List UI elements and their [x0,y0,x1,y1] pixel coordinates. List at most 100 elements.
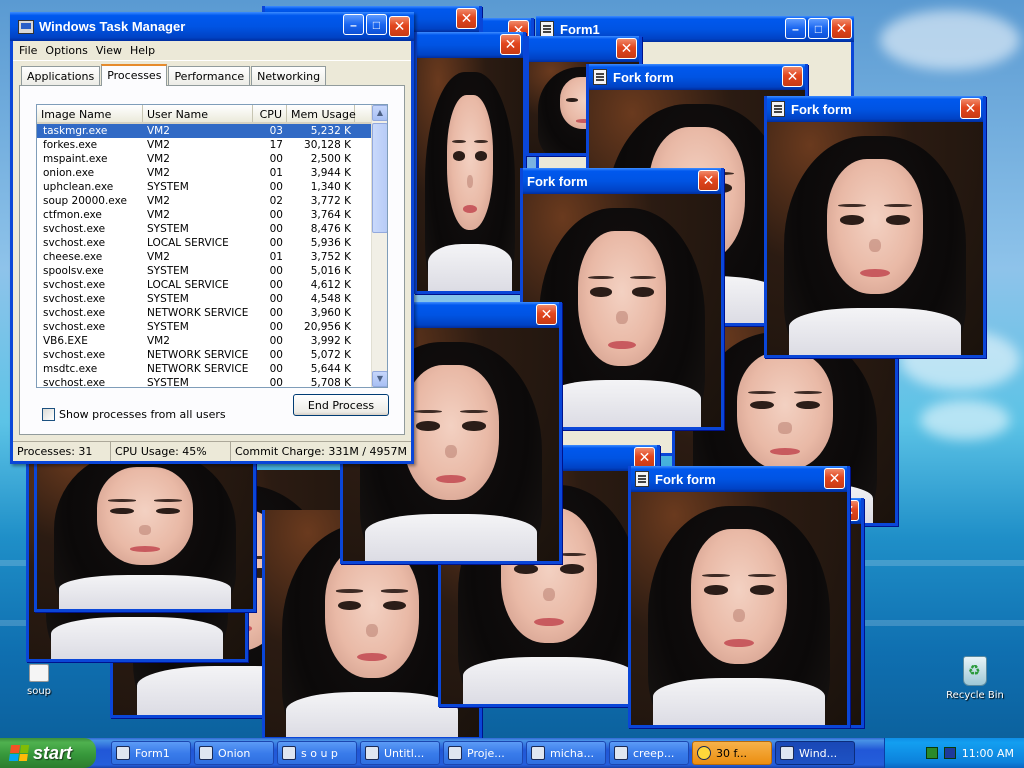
end-process-button[interactable]: End Process [293,394,389,416]
table-row[interactable]: svchost.exe SYSTEM 00 8,476 K [37,222,387,236]
fork-form-window[interactable] [34,440,256,612]
table-row[interactable]: uphclean.exe SYSTEM 00 1,340 K [37,180,387,194]
table-row[interactable]: onion.exe VM2 01 3,944 K [37,166,387,180]
close-button[interactable]: ✕ [782,66,803,87]
maximize-button[interactable]: □ [808,18,829,39]
window-title: Windows Task Manager [39,19,186,34]
fork-form-window[interactable]: Fork form ✕ [628,466,850,728]
desktop-icon-recycle-bin[interactable]: Recycle Bin [942,656,1008,701]
menu-file[interactable]: File [17,44,43,57]
cell-mem-usage: 5,644 K [310,363,351,375]
minimize-button[interactable]: – [343,14,364,35]
close-button[interactable]: ✕ [616,38,637,59]
column-cpu[interactable]: CPU [253,105,287,122]
taskbar-button-creep[interactable]: creep... [609,741,689,765]
fork-form-titlebar[interactable]: Fork form ✕ [523,168,721,194]
desktop-icon-soup[interactable]: soup [22,664,56,697]
taskbar-button-label: Untitl... [384,746,425,760]
close-button[interactable]: ✕ [831,18,852,39]
table-row[interactable]: ctfmon.exe VM2 00 3,764 K [37,208,387,222]
fork-form-titlebar[interactable]: Fork form ✕ [631,466,847,492]
table-row[interactable]: svchost.exe SYSTEM 00 5,708 K [37,376,387,388]
menu-help[interactable]: Help [128,44,161,57]
taskbar-button-group[interactable]: 30 f... [692,741,772,765]
taskbar-button-project[interactable]: Proje... [443,741,523,765]
table-row[interactable]: svchost.exe LOCAL SERVICE 00 4,612 K [37,278,387,292]
cell-user-name: NETWORK SERVICE [147,307,249,319]
cell-image-name: mspaint.exe [43,153,108,165]
cell-cpu: 03 [269,125,283,137]
column-image-name[interactable]: Image Name [37,105,143,122]
face-photo [37,440,253,609]
table-row[interactable]: mspaint.exe VM2 00 2,500 K [37,152,387,166]
checkbox-label: Show processes from all users [59,408,226,421]
table-row[interactable]: spoolsv.exe SYSTEM 00 5,016 K [37,264,387,278]
taskbar-button-michael[interactable]: micha... [526,741,606,765]
table-row[interactable]: cheese.exe VM2 01 3,752 K [37,250,387,264]
taskbar-button-task-manager[interactable]: Wind... [775,741,855,765]
close-button[interactable]: ✕ [500,34,521,55]
scroll-down-icon[interactable]: ▼ [372,371,387,387]
close-button[interactable]: ✕ [389,16,410,37]
close-button[interactable]: ✕ [456,8,477,29]
close-button[interactable]: ✕ [536,304,557,325]
fork-form-window[interactable]: Fork form ✕ [764,96,986,358]
table-row[interactable]: svchost.exe SYSTEM 00 4,548 K [37,292,387,306]
start-button[interactable]: start [0,738,96,768]
table-row[interactable]: taskmgr.exe VM2 03 5,232 K [37,124,387,138]
tab-networking[interactable]: Networking [251,66,327,86]
cell-user-name: SYSTEM [147,321,189,333]
taskbar-button-form1[interactable]: Form1 [111,741,191,765]
checkbox-box[interactable] [42,408,55,421]
app-icon [199,746,213,760]
taskbar-button-onion[interactable]: Onion [194,741,274,765]
taskbar-button-untitled[interactable]: Untitl... [360,741,440,765]
taskbar-button-soup[interactable]: s o u p [277,741,357,765]
table-row[interactable]: VB6.EXE VM2 00 3,992 K [37,334,387,348]
clock[interactable]: 11:00 AM [962,747,1014,760]
tab-performance[interactable]: Performance [168,66,251,86]
fork-form-titlebar[interactable]: ✕ [417,32,523,58]
cell-mem-usage: 8,476 K [310,223,351,235]
fork-form-titlebar[interactable]: ✕ [529,36,639,62]
recycle-bin-icon [963,656,987,686]
close-button[interactable]: ✕ [634,447,655,468]
table-row[interactable]: svchost.exe LOCAL SERVICE 00 5,936 K [37,236,387,250]
cell-image-name: svchost.exe [43,279,106,291]
file-icon [29,664,49,682]
tray-status-icon[interactable] [925,747,938,759]
scroll-thumb[interactable] [372,123,387,233]
menu-view[interactable]: View [94,44,128,57]
column-user-name[interactable]: User Name [143,105,253,122]
table-row[interactable]: svchost.exe NETWORK SERVICE 00 3,960 K [37,306,387,320]
vertical-scrollbar[interactable]: ▲ ▼ [371,105,387,387]
fork-form-titlebar[interactable]: Fork form ✕ [767,96,983,122]
menu-options[interactable]: Options [43,44,93,57]
close-button[interactable]: ✕ [824,468,845,489]
tray-network-icon[interactable] [943,747,956,759]
table-row[interactable]: svchost.exe SYSTEM 00 20,956 K [37,320,387,334]
maximize-button[interactable]: □ [366,14,387,35]
tab-applications[interactable]: Applications [21,66,101,86]
cell-cpu: 00 [269,307,283,319]
process-list[interactable]: Image Name User Name CPU Mem Usage taskm… [36,104,388,388]
table-row[interactable]: soup 20000.exe VM2 02 3,772 K [37,194,387,208]
fork-form-titlebar[interactable]: Fork form ✕ [589,64,805,90]
scroll-up-icon[interactable]: ▲ [372,105,387,121]
table-row[interactable]: forkes.exe VM2 17 30,128 K [37,138,387,152]
close-button[interactable]: ✕ [960,98,981,119]
minimize-button[interactable]: – [785,18,806,39]
column-mem-usage[interactable]: Mem Usage [287,105,356,122]
cell-mem-usage: 3,960 K [310,307,351,319]
cell-user-name: SYSTEM [147,377,189,388]
task-manager-titlebar[interactable]: Windows Task Manager – □ ✕ [10,12,414,41]
show-all-processes-checkbox[interactable]: Show processes from all users [42,408,226,421]
close-button[interactable]: ✕ [698,170,719,191]
fork-form-title: Fork form [613,69,674,85]
table-row[interactable]: msdtc.exe NETWORK SERVICE 00 5,644 K [37,362,387,376]
task-manager-window[interactable]: Windows Task Manager – □ ✕ File Options … [10,12,414,464]
form1-title: Form1 [560,21,600,37]
tab-processes[interactable]: Processes [101,64,168,86]
fork-form-window[interactable]: ✕ [414,32,526,294]
table-row[interactable]: svchost.exe NETWORK SERVICE 00 5,072 K [37,348,387,362]
